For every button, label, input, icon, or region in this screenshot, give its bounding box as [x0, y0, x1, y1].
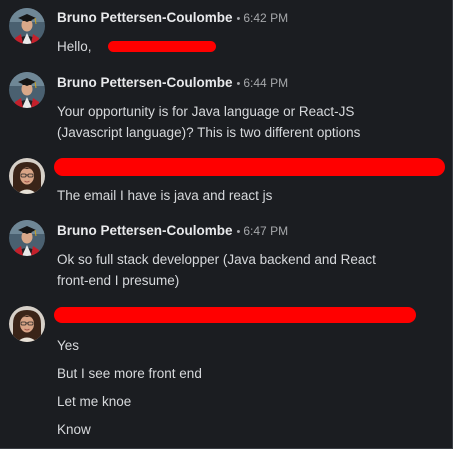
message-line: (Javascript language)? This is two diffe…	[57, 125, 361, 140]
message-text[interactable]: Your opportunity is for Java language or…	[57, 101, 360, 143]
message-line: The email I have is java and react js	[57, 188, 273, 203]
graduate-avatar-icon[interactable]	[9, 72, 45, 108]
timestamp[interactable]: 6:42 PM	[243, 11, 288, 25]
separator-dot: •	[236, 13, 241, 25]
graduate-avatar-icon[interactable]	[9, 220, 45, 256]
message-text[interactable]: Yes But I see more front end Let me knoe…	[57, 332, 202, 444]
message-header: Bruno Pettersen-Coulombe • 6:44 PM	[57, 73, 288, 93]
separator-dot: •	[236, 78, 241, 90]
woman-avatar-icon[interactable]	[9, 158, 45, 194]
message-line: But I see more front end	[57, 366, 202, 381]
author-name[interactable]: Bruno Pettersen-Coulombe	[57, 10, 233, 25]
redaction-mark	[108, 41, 216, 52]
message-header: Bruno Pettersen-Coulombe • 6:42 PM	[57, 8, 288, 28]
timestamp[interactable]: 6:47 PM	[243, 224, 288, 238]
message-line: Your opportunity is for Java language or…	[57, 104, 355, 119]
message-group: Bruno Pettersen-Coulombe • 6:44 PM Your op…	[0, 64, 452, 148]
timestamp[interactable]: 6:44 PM	[243, 76, 288, 90]
separator-dot: •	[236, 226, 241, 238]
message-line: Know	[57, 422, 91, 437]
chat-message-list: Bruno Pettersen-Coulombe • 6:42 PM Hello,	[0, 0, 453, 449]
message-text[interactable]: The email I have is java and react js	[57, 185, 272, 206]
message-header: Bruno Pettersen-Coulombe • 6:47 PM	[57, 221, 288, 241]
woman-avatar-icon[interactable]	[9, 306, 45, 342]
message-group: Yes But I see more front end Let me knoe…	[0, 296, 452, 449]
message-line: Hello,	[57, 39, 92, 54]
message-group: The email I have is java and react js	[0, 148, 452, 212]
redaction-mark	[54, 307, 416, 323]
graduate-avatar-icon[interactable]	[9, 8, 45, 44]
author-name[interactable]: Bruno Pettersen-Coulombe	[57, 75, 233, 90]
message-line: Yes	[57, 338, 80, 353]
message-line: front-end I presume)	[57, 273, 180, 288]
message-line: Let me knoe	[57, 394, 132, 409]
message-line: Ok so full stack developper (Java backen…	[57, 252, 376, 267]
author-name[interactable]: Bruno Pettersen-Coulombe	[57, 223, 233, 238]
message-group: Bruno Pettersen-Coulombe • 6:47 PM Ok so f…	[0, 212, 452, 296]
message-text[interactable]: Ok so full stack developper (Java backen…	[57, 249, 376, 291]
redaction-mark	[54, 158, 445, 176]
message-group: Bruno Pettersen-Coulombe • 6:42 PM Hello,	[0, 0, 452, 64]
message-text[interactable]: Hello,	[57, 36, 92, 57]
